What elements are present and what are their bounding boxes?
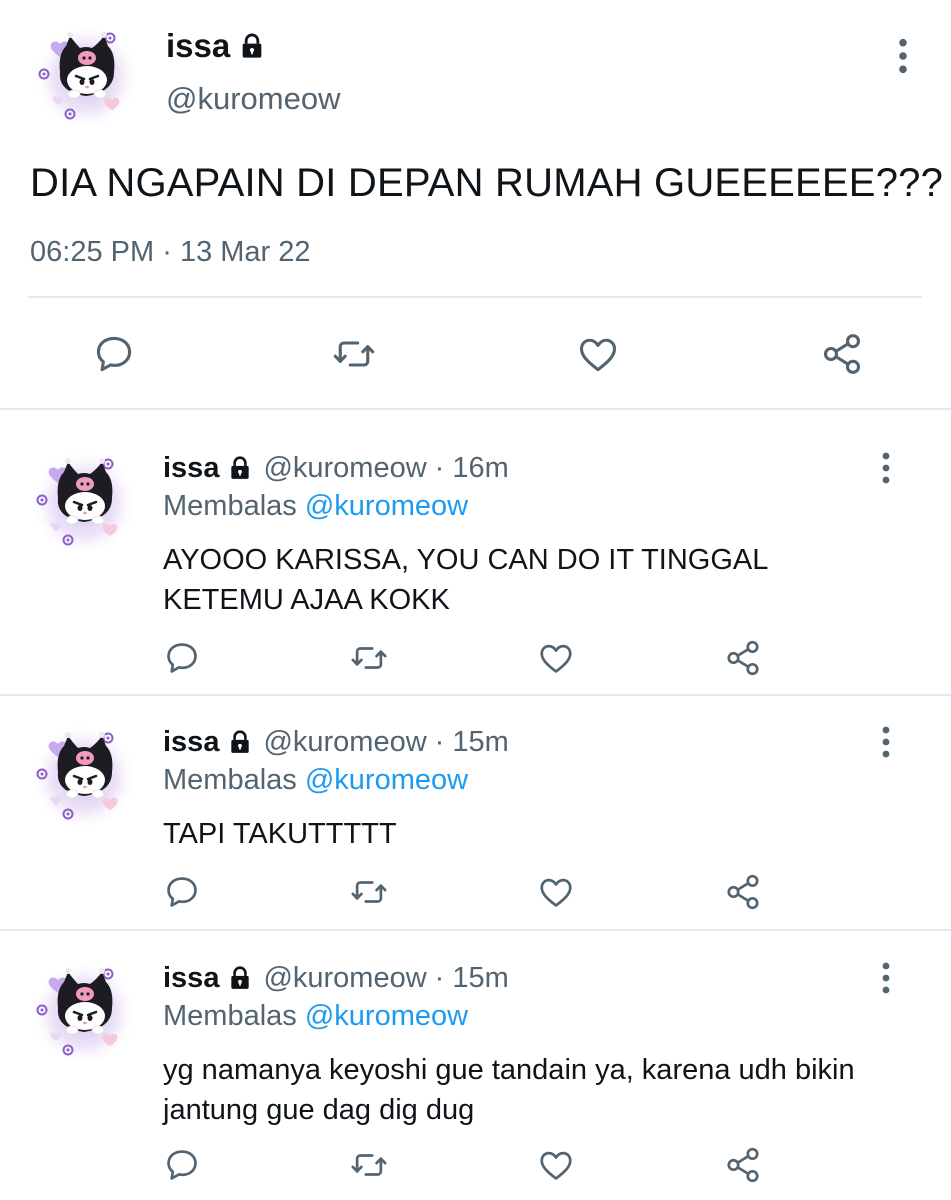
replying-prefix: Membalas — [163, 490, 297, 522]
user-handle[interactable]: @kuromeow — [263, 724, 426, 760]
tweet-text: AYOOO KARISSA, YOU CAN DO IT TINGGAL KET… — [163, 544, 768, 616]
like-button[interactable] — [534, 1143, 578, 1187]
tweet-actions — [0, 870, 951, 914]
like-button[interactable] — [534, 636, 578, 680]
reply-button[interactable] — [160, 870, 204, 914]
display-name[interactable]: issa — [163, 960, 219, 996]
reply-header: issa @kuromeow · 15m — [163, 960, 509, 996]
reply-header: issa @kuromeow · 16m — [163, 450, 509, 486]
more-options-icon[interactable] — [874, 450, 898, 486]
like-icon — [537, 1146, 575, 1184]
tweet-timestamp[interactable]: 06:25 PM · 13 Mar 22 — [30, 234, 311, 270]
tweet-actions — [0, 636, 951, 680]
lock-icon — [227, 965, 253, 991]
like-button[interactable] — [534, 870, 578, 914]
author-row: issa — [166, 26, 266, 66]
replying-to: Membalas @kuromeow — [163, 762, 468, 798]
share-icon — [820, 332, 864, 376]
replying-prefix: Membalas — [163, 764, 297, 796]
retweet-button[interactable] — [326, 326, 382, 382]
share-button[interactable] — [721, 1143, 765, 1187]
like-icon — [576, 332, 620, 376]
retweet-button[interactable] — [347, 870, 391, 914]
more-options-icon[interactable] — [874, 960, 898, 996]
reply-icon — [92, 332, 136, 376]
more-options-icon[interactable] — [874, 724, 898, 760]
reply-time[interactable]: 15m — [452, 960, 508, 996]
replying-to: Membalas @kuromeow — [163, 488, 468, 524]
reply-icon — [163, 1146, 201, 1184]
tweet-text: TAPI TAKUTTTTT — [163, 818, 397, 850]
tweet-time: 06:25 PM — [30, 236, 155, 268]
avatar[interactable] — [30, 14, 142, 126]
lock-icon — [227, 455, 253, 481]
avatar[interactable] — [28, 440, 140, 552]
reply-button[interactable] — [160, 636, 204, 680]
tweet-thread: issa @kuromeow DIA NGAPAIN DI DEPAN RUMA… — [0, 0, 951, 1200]
retweet-icon — [350, 873, 388, 911]
retweet-icon — [332, 332, 376, 376]
share-icon — [724, 1146, 762, 1184]
user-handle[interactable]: @kuromeow — [263, 450, 426, 486]
retweet-icon — [350, 639, 388, 677]
like-icon — [537, 873, 575, 911]
mention-link[interactable]: @kuromeow — [305, 764, 468, 796]
meta-separator: · — [434, 962, 445, 994]
mention-link[interactable]: @kuromeow — [305, 490, 468, 522]
tweet-actions — [0, 1143, 951, 1187]
share-button[interactable] — [721, 636, 765, 680]
mention-link[interactable]: @kuromeow — [305, 1000, 468, 1032]
retweet-button[interactable] — [347, 636, 391, 680]
divider — [28, 296, 922, 298]
like-icon — [537, 639, 575, 677]
meta-separator: · — [434, 452, 445, 484]
reply-button[interactable] — [86, 326, 142, 382]
tweet-text: DIA NGAPAIN DI DEPAN RUMAH GUEEEEEE??? — [30, 161, 944, 205]
reply-icon — [163, 639, 201, 677]
reply-time[interactable]: 16m — [452, 450, 508, 486]
tweet-text: yg namanya keyoshi gue tandain ya, karen… — [163, 1054, 855, 1126]
meta-separator: · — [434, 726, 445, 758]
meta-separator: · — [162, 236, 172, 268]
display-name[interactable]: issa — [166, 26, 230, 66]
retweet-icon — [350, 1146, 388, 1184]
main-tweet: issa @kuromeow DIA NGAPAIN DI DEPAN RUMA… — [0, 0, 951, 408]
like-button[interactable] — [570, 326, 626, 382]
avatar[interactable] — [28, 714, 140, 826]
reply-tweet[interactable]: issa @kuromeow · 15m Membalas @kuromeow … — [0, 684, 951, 929]
avatar[interactable] — [28, 950, 140, 1062]
tweet-actions — [0, 326, 951, 382]
share-button[interactable] — [814, 326, 870, 382]
display-name[interactable]: issa — [163, 724, 219, 760]
display-name[interactable]: issa — [163, 450, 219, 486]
more-options-icon[interactable] — [888, 36, 918, 76]
reply-header: issa @kuromeow · 15m — [163, 724, 509, 760]
lock-icon — [227, 729, 253, 755]
replying-to: Membalas @kuromeow — [163, 998, 468, 1034]
user-handle[interactable]: @kuromeow — [263, 960, 426, 996]
share-icon — [724, 873, 762, 911]
share-button[interactable] — [721, 870, 765, 914]
tweet-date: 13 Mar 22 — [179, 236, 311, 268]
retweet-button[interactable] — [347, 1143, 391, 1187]
reply-icon — [163, 873, 201, 911]
reply-button[interactable] — [160, 1143, 204, 1187]
reply-time[interactable]: 15m — [452, 724, 508, 760]
reply-tweet[interactable]: issa @kuromeow · 15m Membalas @kuromeow … — [0, 920, 951, 1200]
lock-icon — [238, 32, 266, 60]
user-handle[interactable]: @kuromeow — [166, 80, 340, 118]
replying-prefix: Membalas — [163, 1000, 297, 1032]
share-icon — [724, 639, 762, 677]
reply-tweet[interactable]: issa @kuromeow · 16m Membalas @kuromeow … — [0, 410, 951, 694]
